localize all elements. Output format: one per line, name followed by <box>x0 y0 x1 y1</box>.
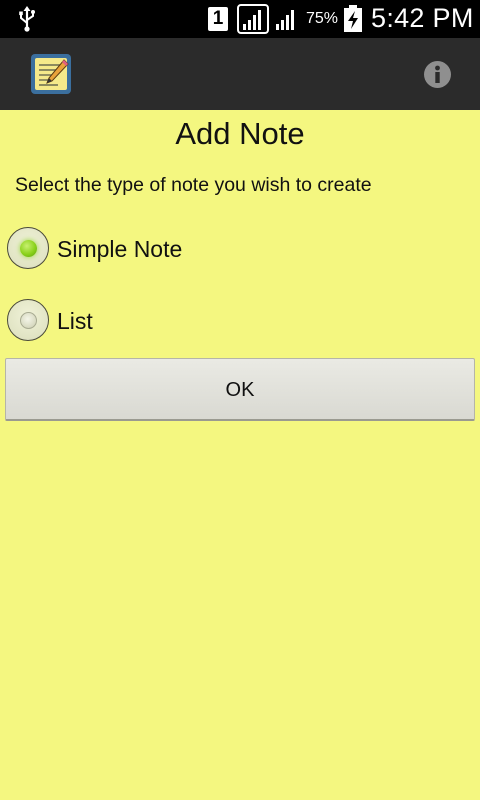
action-bar <box>0 38 480 110</box>
radio-selected-indicator <box>19 239 37 257</box>
radio-unselected-indicator <box>19 311 37 329</box>
page-title: Add Note <box>175 116 305 151</box>
clock: 5:42 PM <box>371 3 474 33</box>
battery-charging-icon <box>344 5 362 32</box>
signal-icon <box>276 10 294 30</box>
radio-button-unselected[interactable] <box>7 299 49 341</box>
usb-icon <box>19 6 35 32</box>
radio-label-list[interactable]: List <box>57 305 93 337</box>
info-icon[interactable] <box>423 60 452 89</box>
radio-button-selected[interactable] <box>7 227 49 269</box>
signal-icon <box>243 10 261 30</box>
battery-percent: 75% <box>306 10 339 27</box>
notepad-pencil-icon[interactable] <box>30 53 72 95</box>
radio-label-simple-note[interactable]: Simple Note <box>57 233 182 265</box>
sim-slot-badge: 1 <box>208 7 228 31</box>
ok-button[interactable]: OK <box>5 358 475 421</box>
radio-option-list[interactable]: List <box>7 299 467 343</box>
status-bar: 1 75% 5:42 PM <box>0 0 480 38</box>
instructions-text: Select the type of note you wish to crea… <box>15 174 372 196</box>
radio-option-simple-note[interactable]: Simple Note <box>7 227 467 271</box>
